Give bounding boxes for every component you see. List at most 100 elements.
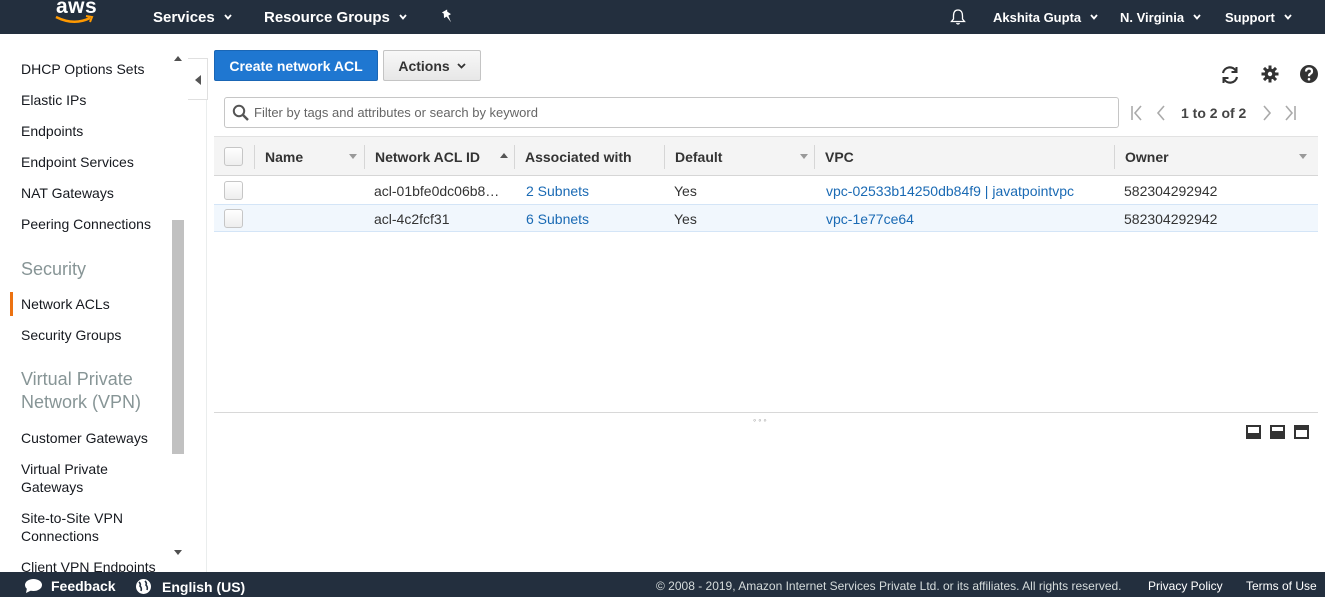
column-separator xyxy=(254,145,255,169)
sidebar-scrollbar-thumb[interactable] xyxy=(172,220,184,454)
sidebar-item-customer-gateways[interactable]: Customer Gateways xyxy=(21,429,148,447)
sidebar-item-endpoints[interactable]: Endpoints xyxy=(21,122,83,140)
cell-vpc-link[interactable]: vpc-1e77ce64 xyxy=(826,211,914,227)
sidebar-item-virtual-private-gateways-line2[interactable]: Gateways xyxy=(21,478,83,496)
active-item-indicator xyxy=(10,292,13,316)
last-page-icon[interactable] xyxy=(1283,103,1297,123)
language-label: English (US) xyxy=(162,578,246,595)
sidebar-item-site-to-site-vpn-line2[interactable]: Connections xyxy=(21,527,99,545)
terms-of-use-link[interactable]: Terms of Use xyxy=(1246,579,1317,593)
cell-network-acl-id: acl-4c2fcf31 xyxy=(374,211,450,227)
cell-default: Yes xyxy=(674,183,697,199)
support-menu[interactable]: Support xyxy=(1225,6,1292,28)
sidebar-item-peering-connections[interactable]: Peering Connections xyxy=(21,215,151,233)
feedback-label: Feedback xyxy=(51,578,116,594)
sidebar-item-network-acls[interactable]: Network ACLs xyxy=(21,295,110,313)
create-network-acl-button[interactable]: Create network ACL xyxy=(214,50,378,81)
column-separator xyxy=(664,145,665,169)
sort-ascending-icon[interactable] xyxy=(500,153,508,158)
pane-layout-bottom-icon[interactable] xyxy=(1246,425,1261,439)
column-header-default[interactable]: Default xyxy=(675,137,722,176)
pin-icon[interactable] xyxy=(440,6,456,28)
cell-owner: 582304292942 xyxy=(1124,211,1218,227)
column-separator xyxy=(364,145,365,169)
chevron-down-icon xyxy=(1284,14,1292,20)
chevron-down-icon xyxy=(1193,14,1201,20)
column-header-network-acl-id[interactable]: Network ACL ID xyxy=(375,137,480,176)
cell-associated-subnets-link[interactable]: 2 Subnets xyxy=(526,183,589,199)
sort-caret-icon[interactable] xyxy=(800,154,808,159)
scroll-up-arrow-icon[interactable] xyxy=(174,56,182,61)
collapse-sidebar-button[interactable] xyxy=(188,58,208,100)
sidebar-item-security-groups[interactable]: Security Groups xyxy=(21,326,121,344)
column-header-associated-with[interactable]: Associated with xyxy=(525,137,632,176)
first-page-icon[interactable] xyxy=(1130,103,1144,123)
sidebar-item-site-to-site-vpn-line1[interactable]: Site-to-Site VPN xyxy=(21,509,123,527)
column-header-vpc[interactable]: VPC xyxy=(825,137,854,176)
user-name: Akshita Gupta xyxy=(993,9,1082,25)
next-page-icon[interactable] xyxy=(1261,103,1273,123)
speech-bubble-icon xyxy=(25,579,42,593)
sort-caret-icon[interactable] xyxy=(1299,154,1307,159)
services-menu[interactable]: Services xyxy=(153,6,232,28)
sidebar-heading-vpn-line2: Network (VPN) xyxy=(21,392,142,412)
region-menu[interactable]: N. Virginia xyxy=(1120,6,1201,28)
top-navigation-bar: aws Services Resource Groups Akshita Gup… xyxy=(0,0,1325,34)
cell-default: Yes xyxy=(674,211,697,227)
resource-groups-menu[interactable]: Resource Groups xyxy=(264,6,407,28)
globe-icon xyxy=(136,579,151,594)
actions-label: Actions xyxy=(398,57,450,74)
column-header-owner[interactable]: Owner xyxy=(1125,137,1169,176)
column-separator xyxy=(514,145,515,169)
sidebar: DHCP Options Sets Elastic IPs Endpoints … xyxy=(0,34,186,572)
sidebar-item-client-vpn-endpoints[interactable]: Client VPN Endpoints xyxy=(21,558,156,572)
row-checkbox[interactable] xyxy=(224,209,243,228)
table-row[interactable]: acl-4c2fcf31 6 Subnets Yes vpc-1e77ce64 … xyxy=(214,204,1318,232)
copyright-text: © 2008 - 2019, Amazon Internet Services … xyxy=(656,579,1122,593)
support-label: Support xyxy=(1225,9,1275,25)
sidebar-item-elastic-ips[interactable]: Elastic IPs xyxy=(21,91,86,109)
search-icon xyxy=(232,104,249,121)
privacy-policy-link[interactable]: Privacy Policy xyxy=(1148,579,1223,593)
column-separator xyxy=(814,145,815,169)
refresh-icon[interactable] xyxy=(1219,64,1241,86)
select-all-checkbox[interactable] xyxy=(224,147,243,166)
sidebar-divider xyxy=(206,100,207,572)
chevron-down-icon xyxy=(224,14,232,20)
search-input[interactable] xyxy=(254,102,1104,123)
previous-page-icon[interactable] xyxy=(1155,103,1167,123)
actions-dropdown-button[interactable]: Actions xyxy=(383,50,481,81)
user-menu[interactable]: Akshita Gupta xyxy=(993,6,1098,28)
gear-icon[interactable] xyxy=(1260,64,1282,86)
column-separator xyxy=(1114,145,1115,169)
sidebar-heading-security: Security xyxy=(21,259,87,279)
aws-logo[interactable]: aws xyxy=(54,0,104,29)
scroll-down-arrow-icon[interactable] xyxy=(174,550,182,555)
table-row[interactable]: acl-01bfe0dc06b8… 2 Subnets Yes vpc-0253… xyxy=(214,177,1318,205)
column-header-name[interactable]: Name xyxy=(265,137,303,176)
resize-grip-icon[interactable]: ◦◦◦ xyxy=(753,415,769,425)
bell-icon[interactable] xyxy=(949,6,967,28)
sidebar-item-virtual-private-gateways-line1[interactable]: Virtual Private xyxy=(21,460,108,478)
pane-layout-top-icon[interactable] xyxy=(1294,425,1309,439)
chevron-left-icon xyxy=(195,75,201,85)
sidebar-item-endpoint-services[interactable]: Endpoint Services xyxy=(21,153,134,171)
sidebar-item-dhcp-options-sets[interactable]: DHCP Options Sets xyxy=(21,60,144,78)
sort-caret-icon[interactable] xyxy=(349,154,357,159)
services-label: Services xyxy=(153,8,215,26)
sidebar-heading-vpn-line1: Virtual Private xyxy=(21,369,133,389)
footer-bar: Feedback English (US) © 2008 - 2019, Ama… xyxy=(0,572,1325,597)
cell-associated-subnets-link[interactable]: 6 Subnets xyxy=(526,211,589,227)
row-checkbox[interactable] xyxy=(224,181,243,200)
search-filter-box xyxy=(224,97,1119,128)
aws-smile-icon xyxy=(55,15,94,23)
feedback-button[interactable]: Feedback xyxy=(24,578,116,594)
language-selector[interactable]: English (US) xyxy=(135,578,245,595)
sidebar-item-nat-gateways[interactable]: NAT Gateways xyxy=(21,184,114,202)
chevron-down-icon xyxy=(1090,14,1098,20)
cell-vpc-link[interactable]: vpc-02533b14250db84f9 | javatpointvpc xyxy=(826,183,1074,199)
pane-layout-split-icon[interactable] xyxy=(1270,425,1285,439)
table-header: Name Network ACL ID Associated with Defa… xyxy=(214,136,1318,176)
split-pane-divider[interactable] xyxy=(214,412,1318,413)
help-icon[interactable] xyxy=(1299,64,1321,86)
